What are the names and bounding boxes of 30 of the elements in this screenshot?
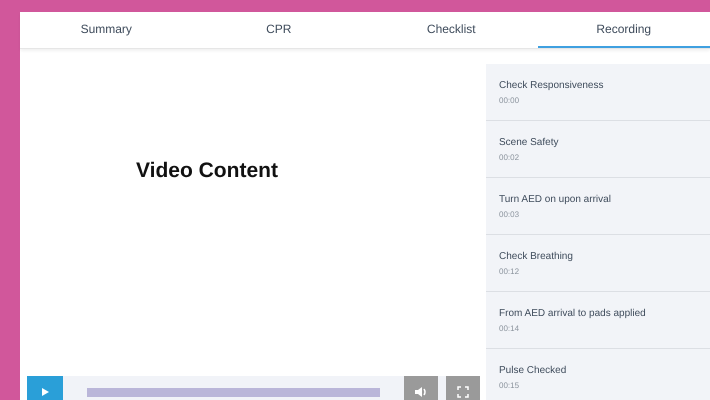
event-item[interactable]: Scene Safety 00:02 [486,121,710,178]
event-item[interactable]: Check Responsiveness 00:00 [486,64,710,121]
event-time: 00:03 [499,210,520,218]
play-button[interactable] [27,376,63,400]
event-name: Scene Safety [499,136,560,148]
volume-button[interactable] [404,376,438,400]
tab[interactable]: Summary [20,12,192,48]
event-item[interactable]: From AED arrival to pads applied 00:14 [486,292,710,349]
event-time: 00:15 [499,380,520,390]
event-name: Check Breathing [499,250,574,262]
event-time: 00:14 [499,324,520,332]
event-time: 00:12 [499,266,520,276]
event-item[interactable]: Turn AED on upon arrival 00:03 [486,178,710,235]
event-item[interactable]: Pulse Checked 00:15 [486,349,710,400]
tab[interactable]: CPR [192,12,365,48]
progress-fill[interactable] [87,388,380,396]
fullscreen-button[interactable] [446,376,480,400]
video-title: Video Content [136,159,279,183]
event-name: Check Responsiveness [499,80,604,90]
event-time: 00:02 [499,152,520,162]
tab[interactable]: Recording [538,12,710,48]
fullscreen-icon [457,386,469,398]
event-name: Turn AED on upon arrival [499,194,612,204]
tab[interactable]: Checklist [365,12,538,48]
event-name: From AED arrival to pads applied [499,308,647,318]
event-name: Pulse Checked [499,364,568,376]
event-time: 00:00 [499,96,520,104]
event-item[interactable]: Check Breathing 00:12 [486,235,710,292]
speaker-icon [414,386,428,398]
play-icon [40,387,50,397]
